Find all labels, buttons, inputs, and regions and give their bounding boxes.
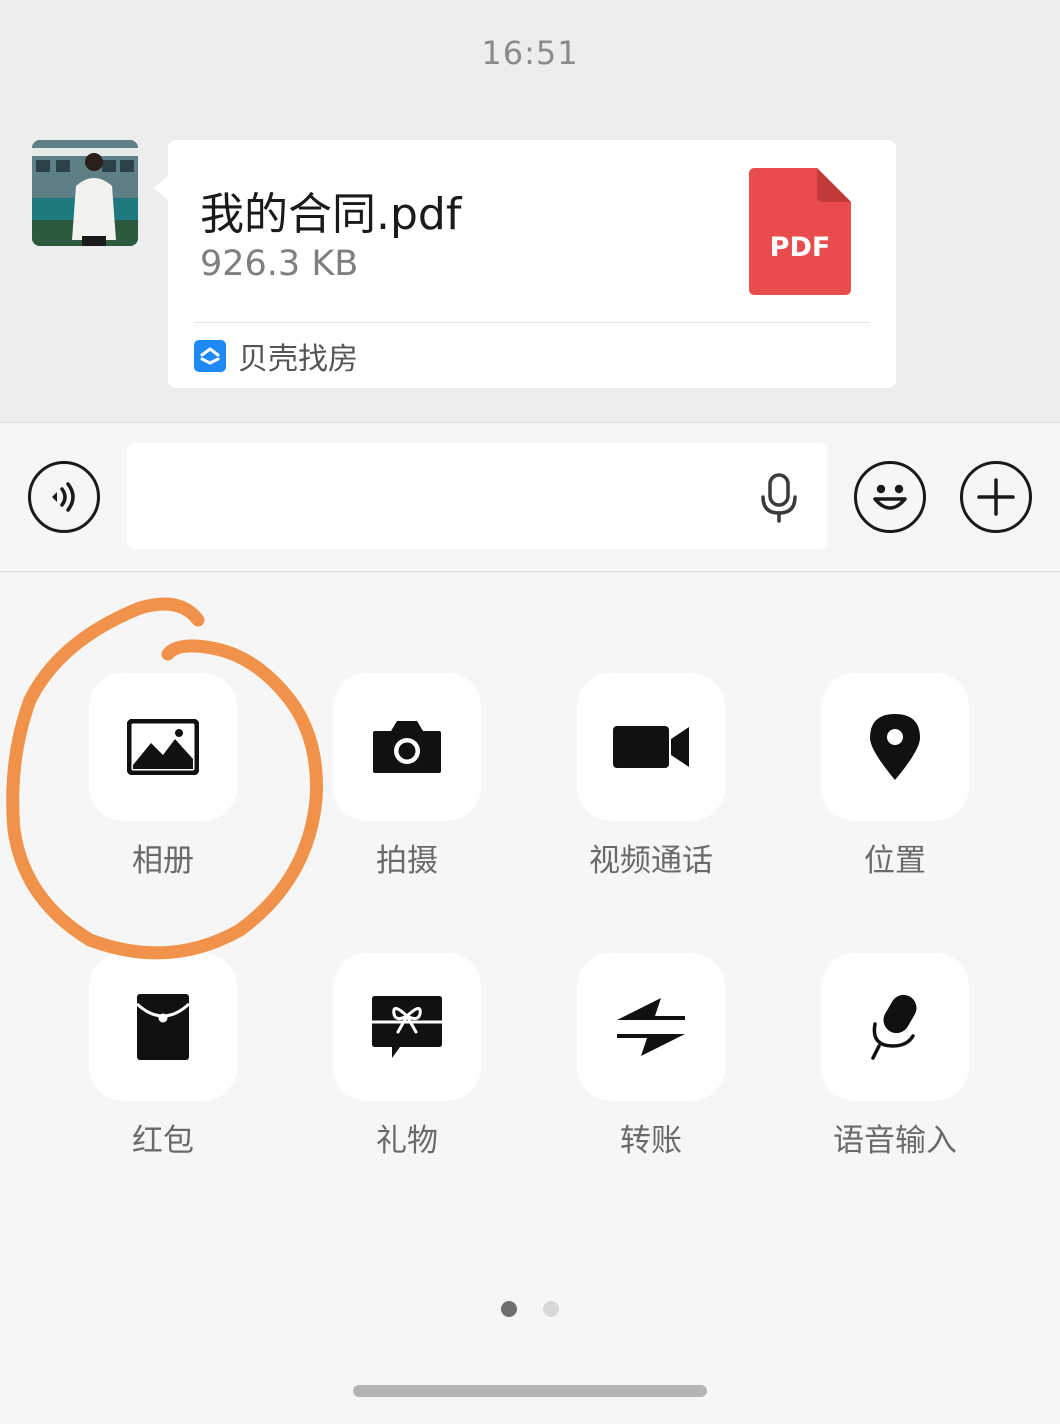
message-input[interactable] [127, 443, 827, 549]
pdf-file-icon: PDF [749, 168, 851, 295]
transfer-button[interactable] [577, 953, 725, 1101]
video-call-label: 视频通话 [589, 843, 713, 879]
more-button[interactable] [960, 461, 1032, 533]
page-indicator-active[interactable] [501, 1301, 517, 1317]
voice-icon [52, 482, 75, 512]
plus-icon [977, 478, 1015, 516]
voice-input-button[interactable] [821, 953, 969, 1101]
camera-label: 拍摄 [376, 843, 438, 879]
voice-input-icon [871, 994, 917, 1060]
photo-album-icon [127, 719, 199, 775]
bubble-divider [194, 322, 870, 323]
gift-label: 礼物 [376, 1123, 438, 1159]
gift-button[interactable] [333, 953, 481, 1101]
input-bar [0, 422, 1060, 572]
location-icon [870, 714, 920, 780]
transfer-label: 转账 [620, 1123, 682, 1159]
source-app-label: 贝壳找房 [238, 342, 358, 377]
home-indicator[interactable] [353, 1385, 707, 1397]
beike-logo-icon [194, 340, 226, 372]
file-size: 926.3 KB [200, 244, 359, 284]
location-label: 位置 [864, 843, 926, 879]
pdf-badge-text: PDF [770, 232, 831, 263]
location-button[interactable] [821, 673, 969, 821]
video-call-icon [613, 726, 689, 768]
camera-button[interactable] [333, 673, 481, 821]
red-packet-icon [135, 994, 191, 1060]
chat-area: 16:51 我的合同.pdf 926.3 KB PDF 贝壳找房 [0, 0, 1060, 422]
microphone-icon[interactable] [756, 473, 802, 523]
file-message-bubble[interactable]: 我的合同.pdf 926.3 KB PDF 贝壳找房 [154, 140, 896, 388]
message-timestamp: 16:51 [481, 34, 579, 72]
album-button[interactable] [89, 673, 237, 821]
gift-icon [372, 996, 442, 1058]
avatar[interactable] [32, 140, 138, 246]
emoji-button[interactable] [854, 461, 926, 533]
source-app: 贝壳找房 [194, 338, 358, 377]
album-label: 相册 [132, 843, 194, 879]
emoji-icon [873, 484, 907, 510]
page-indicator-inactive[interactable] [543, 1301, 559, 1317]
transfer-icon [617, 998, 685, 1056]
voice-input-label: 语音输入 [833, 1123, 957, 1159]
camera-icon [373, 721, 441, 773]
video-call-button[interactable] [577, 673, 725, 821]
red-packet-label: 红包 [132, 1123, 194, 1159]
function-panel: 相册 拍摄 视频通话 位置 红包 礼物 转账 语音输入 [0, 573, 1060, 1424]
red-packet-button[interactable] [89, 953, 237, 1101]
file-name: 我的合同.pdf [200, 189, 462, 240]
voice-mode-button[interactable] [28, 461, 100, 533]
